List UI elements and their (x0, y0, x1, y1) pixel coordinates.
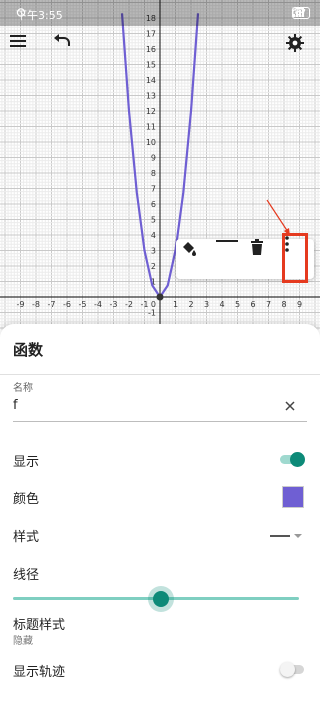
x-tick-label: -5 (79, 300, 87, 309)
alarm-icon (16, 8, 26, 17)
y-tick-label: 3 (151, 247, 156, 256)
undo-icon[interactable] (53, 34, 77, 58)
x-tick-label: -7 (48, 300, 56, 309)
trace-label: 显示轨迹 (13, 665, 66, 680)
properties-panel: 函数 名称 f 显示 颜色 样式 线径 标题样式 隐藏 显示轨迹 (0, 324, 320, 711)
x-tick-label: 1 (173, 300, 178, 309)
x-tick-label: 2 (188, 300, 193, 309)
menu-icon[interactable] (10, 34, 34, 58)
slider-knob[interactable] (153, 591, 170, 607)
x-tick-label: -9 (17, 300, 25, 309)
x-tick-label: 4 (219, 300, 224, 309)
trash-icon[interactable] (250, 239, 284, 279)
origin-point (156, 293, 164, 301)
origin-label: 0 (151, 300, 156, 309)
y-tick-label: 2 (151, 262, 156, 271)
name-label: 名称 (13, 383, 33, 394)
x-tick-label: 8 (281, 300, 286, 309)
caption-style-value[interactable]: 隐藏 (13, 632, 33, 647)
style-dropdown[interactable] (270, 528, 304, 542)
graphing-canvas[interactable]: -9 -8 -7 -6 -5 -4 -3 -2 -1 1 2 3 4 5 6 7 8 9 1 2 3 4 5 6 7 8 9 10 11… (0, 0, 320, 330)
y-tick-label: 5 (151, 216, 156, 225)
y-tick-label: 16 (146, 45, 156, 54)
y-tick-label: 14 (146, 76, 156, 85)
color-swatch[interactable] (282, 486, 304, 508)
show-label: 显示 (13, 455, 40, 470)
style-label: 样式 (13, 530, 40, 545)
name-underline (13, 421, 307, 422)
paint-bucket-icon[interactable] (180, 239, 214, 279)
more-vert-icon[interactable] (282, 233, 308, 283)
object-toolbar (176, 233, 314, 283)
y-tick-label: 9 (151, 154, 156, 163)
y-tick-label: 7 (151, 185, 156, 194)
x-tick-label: -2 (125, 300, 133, 309)
x-tick-label: 6 (250, 300, 255, 309)
divider (0, 374, 320, 375)
x-tick-label: 3 (204, 300, 209, 309)
x-tick-label: 7 (266, 300, 271, 309)
y-tick-label: 8 (151, 169, 156, 178)
line-width-slider[interactable] (13, 590, 299, 608)
settings-gear-icon[interactable] (286, 34, 310, 58)
y-tick-label: 17 (146, 30, 156, 39)
y-tick-label: 15 (146, 61, 156, 70)
x-tick-label: 5 (235, 300, 240, 309)
trace-toggle[interactable] (280, 662, 304, 677)
y-tick-label: 11 (146, 123, 156, 132)
annotation-arrow (266, 199, 290, 236)
graph-svg[interactable]: -9 -8 -7 -6 -5 -4 -3 -2 -1 1 2 3 4 5 6 7 8 91234567891011… (0, 0, 320, 330)
line-style-icon[interactable] (216, 239, 250, 279)
show-toggle[interactable] (280, 452, 305, 467)
y-tick-label: 4 (151, 231, 156, 240)
status-bar: 下午3:55 67 (0, 0, 320, 26)
x-tick-label: -4 (94, 300, 102, 309)
caption-style-label: 标题样式 (13, 618, 66, 633)
name-field[interactable]: f (13, 398, 18, 413)
y-tick-label: 10 (146, 138, 156, 147)
x-tick-label: -3 (110, 300, 118, 309)
x-tick-label: -6 (63, 300, 71, 309)
wifi-icon (292, 8, 306, 16)
y-tick-label: 12 (146, 107, 156, 116)
y-tick-label: -1 (148, 309, 156, 318)
y-tick-label: 6 (151, 200, 156, 209)
line-width-label: 线径 (13, 568, 40, 583)
x-tick-label: 9 (297, 300, 302, 309)
panel-title: 函数 (13, 341, 44, 359)
clear-icon[interactable] (280, 396, 300, 416)
x-tick-label: -8 (32, 300, 40, 309)
y-tick-label: 13 (146, 92, 156, 101)
color-label: 颜色 (13, 492, 40, 507)
